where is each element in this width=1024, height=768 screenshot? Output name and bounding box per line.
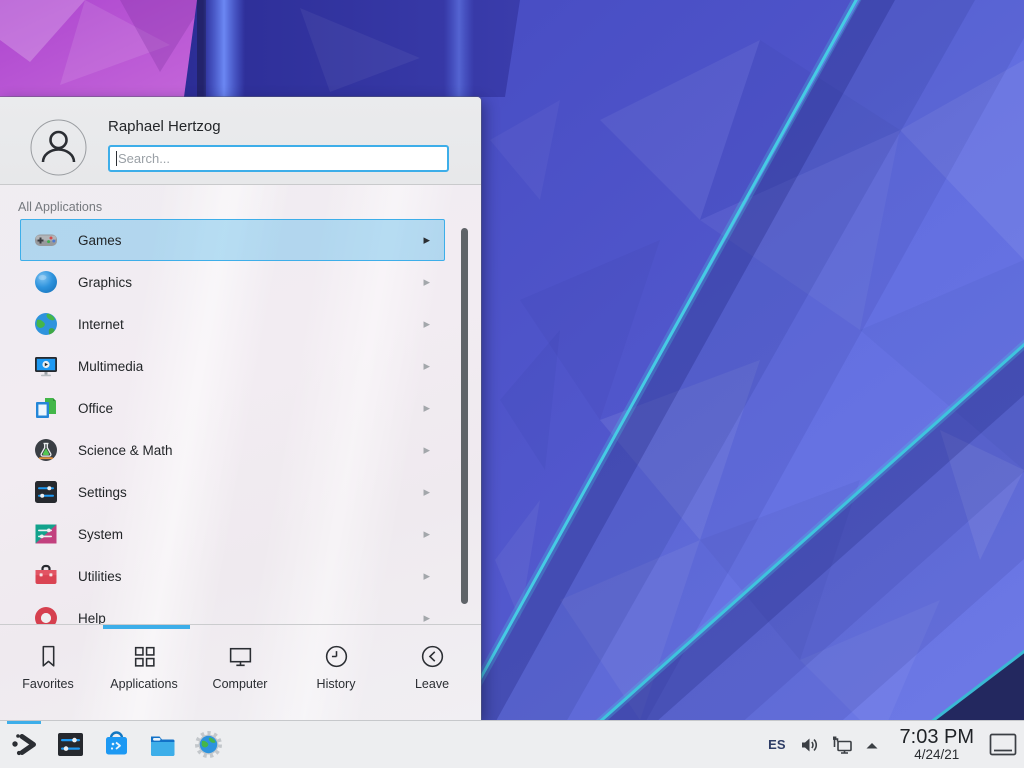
app-category-utilities[interactable]: Utilities ▸ <box>20 555 445 597</box>
app-category-help[interactable]: Help ▸ <box>20 597 445 624</box>
discover-icon <box>100 728 133 761</box>
footer-separator <box>0 624 481 625</box>
network-icon[interactable] <box>830 734 854 756</box>
submenu-arrow-icon: ▸ <box>423 358 430 374</box>
tab-leave[interactable]: Leave <box>384 631 480 717</box>
globe-icon <box>32 310 60 338</box>
submenu-arrow-icon: ▸ <box>423 526 430 542</box>
submenu-arrow-icon: ▸ <box>423 442 430 458</box>
tab-history[interactable]: History <box>288 631 384 717</box>
launcher-header: Raphael Hertzog <box>0 97 481 185</box>
expand-tray-caret-icon[interactable] <box>864 740 880 750</box>
submenu-arrow-icon: ▸ <box>423 232 430 248</box>
leave-icon <box>419 643 446 670</box>
taskbar-app-icons <box>0 721 236 768</box>
tab-applications[interactable]: Applications <box>96 631 192 717</box>
clock-date: 4/24/21 <box>914 748 959 762</box>
systemsettings-icon <box>54 728 87 761</box>
history-icon <box>323 643 350 670</box>
konqueror-icon <box>192 728 225 761</box>
file-manager-button[interactable] <box>144 721 180 768</box>
search-input[interactable] <box>108 145 449 172</box>
app-category-system[interactable]: System ▸ <box>20 513 445 555</box>
submenu-arrow-icon: ▸ <box>423 316 430 332</box>
graphics-icon <box>32 268 60 296</box>
application-category-list: Games ▸ Graphics ▸ Internet ▸ Multimedia… <box>0 219 481 624</box>
submenu-arrow-icon: ▸ <box>423 274 430 290</box>
app-category-internet[interactable]: Internet ▸ <box>20 303 445 345</box>
gamepad-icon <box>32 226 60 254</box>
search-field-wrap <box>108 145 449 172</box>
web-browser-button[interactable] <box>190 721 226 768</box>
computer-icon <box>227 643 254 670</box>
office-icon <box>32 394 60 422</box>
discover-button[interactable] <box>98 721 134 768</box>
show-desktop-button[interactable] <box>988 732 1018 758</box>
system-icon <box>32 520 60 548</box>
system-tray: ES 7:03 PM 4/24/21 <box>768 721 1024 768</box>
utilities-icon <box>32 562 60 590</box>
active-tab-indicator <box>103 625 190 629</box>
tab-favorites[interactable]: Favorites <box>0 631 96 717</box>
text-caret <box>116 151 117 166</box>
kickoff-icon <box>8 728 41 761</box>
system-settings-button[interactable] <box>52 721 88 768</box>
application-launcher-panel: Raphael Hertzog All Applications Games ▸… <box>0 97 481 720</box>
user-name: Raphael Hertzog <box>108 118 221 135</box>
app-grid-icon <box>131 643 158 670</box>
list-scrollbar[interactable] <box>461 228 468 604</box>
app-category-games[interactable]: Games ▸ <box>20 219 445 261</box>
tab-computer[interactable]: Computer <box>192 631 288 717</box>
app-category-science-math[interactable]: Science & Math ▸ <box>20 429 445 471</box>
submenu-arrow-icon: ▸ <box>423 610 430 624</box>
keyboard-layout-indicator[interactable]: ES <box>768 737 785 752</box>
submenu-arrow-icon: ▸ <box>423 568 430 584</box>
taskbar-panel: ES 7:03 PM 4/24/21 <box>0 720 1024 768</box>
multimedia-icon <box>32 352 60 380</box>
launcher-tab-bar: Favorites Applications Computer History … <box>0 631 481 717</box>
section-label: All Applications <box>18 200 102 214</box>
help-icon <box>32 604 60 624</box>
app-category-settings[interactable]: Settings ▸ <box>20 471 445 513</box>
settings-icon <box>32 478 60 506</box>
dolphin-icon <box>146 728 179 761</box>
user-avatar-icon[interactable] <box>30 119 87 176</box>
submenu-arrow-icon: ▸ <box>423 400 430 416</box>
kickoff-launcher-button[interactable] <box>6 721 42 768</box>
submenu-arrow-icon: ▸ <box>423 484 430 500</box>
digital-clock[interactable]: 7:03 PM 4/24/21 <box>900 727 974 762</box>
volume-icon[interactable] <box>798 734 820 756</box>
science-icon <box>32 436 60 464</box>
bookmark-icon <box>35 643 62 670</box>
app-category-multimedia[interactable]: Multimedia ▸ <box>20 345 445 387</box>
desktop: Raphael Hertzog All Applications Games ▸… <box>0 0 1024 768</box>
app-category-graphics[interactable]: Graphics ▸ <box>20 261 445 303</box>
clock-time: 7:03 PM <box>900 727 974 748</box>
app-category-office[interactable]: Office ▸ <box>20 387 445 429</box>
